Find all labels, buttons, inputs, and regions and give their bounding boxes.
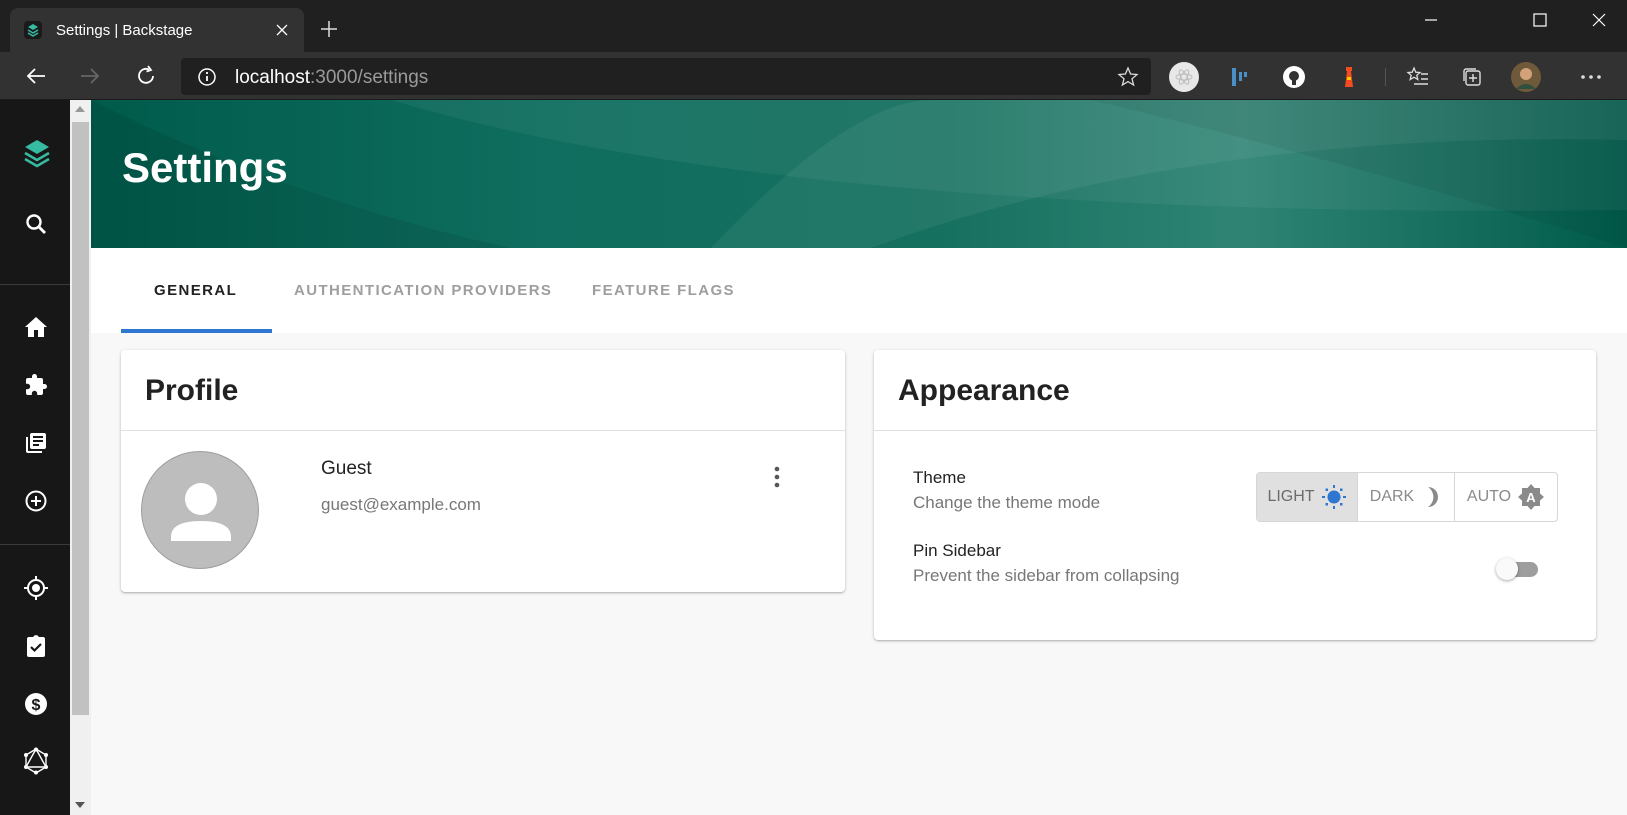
tab-authentication-providers[interactable]: AUTHENTICATION PROVIDERS [294,282,552,299]
url-path: :3000/settings [310,67,429,88]
search-icon[interactable] [22,210,50,238]
extension-bars-icon[interactable] [1224,62,1254,92]
profile-avatar-icon[interactable] [1511,62,1541,92]
url-host: localhost [235,67,310,88]
backstage-favicon-icon [24,21,42,39]
user-name: Guest [321,458,372,479]
theme-auto-label: AUTO [1466,488,1512,505]
theme-dark-label: DARK [1369,488,1415,505]
maximize-icon[interactable] [1512,0,1568,40]
favorite-star-icon[interactable] [1117,66,1139,88]
favorites-list-icon[interactable] [1403,62,1433,92]
home-icon[interactable] [22,313,50,341]
back-icon[interactable] [20,60,52,92]
puzzle-icon[interactable] [22,371,50,399]
scroll-down-icon[interactable] [75,802,85,808]
browser-titlebar: Settings | Backstage [0,0,1627,52]
site-info-icon[interactable] [197,67,217,87]
backstage-logo-icon[interactable] [22,136,52,172]
pin-sidebar-switch[interactable] [1496,556,1542,582]
extension-react-icon[interactable] [1169,62,1199,92]
page-header: Settings [91,100,1627,248]
page-scrollbar[interactable] [70,100,91,815]
theme-dark-button[interactable]: DARK [1358,473,1455,521]
pin-sidebar-label: Pin Sidebar [913,541,1001,560]
new-tab-icon[interactable] [318,18,340,40]
switch-thumb [1496,558,1518,580]
close-window-icon[interactable] [1571,0,1627,40]
theme-light-label: LIGHT [1267,488,1315,505]
svg-text:$: $ [32,697,41,714]
theme-toggle-group: LIGHT DARK AUTO A [1256,472,1558,522]
github-icon[interactable] [1279,62,1309,92]
tab-general[interactable]: GENERAL [154,282,237,299]
moon-icon [1428,487,1439,507]
person-icon [171,483,231,541]
pin-sidebar-description: Prevent the sidebar from collapsing [913,566,1180,585]
checklist-icon[interactable] [22,632,50,660]
lighthouse-icon[interactable] [1334,62,1364,92]
svg-text:A: A [1526,490,1536,505]
collections-icon[interactable] [1457,62,1487,92]
browser-toolbar: localhost:3000/settings [0,52,1627,100]
browser-tab-title: Settings | Backstage [56,21,193,39]
toolbar-separator [1385,68,1386,86]
sidebar-divider [0,284,70,285]
forward-icon[interactable] [74,60,106,92]
theme-description: Change the theme mode [913,493,1101,512]
library-icon[interactable] [22,429,50,457]
create-icon[interactable] [22,487,50,515]
minimize-icon[interactable] [1403,0,1459,40]
sidebar-divider [0,544,70,545]
address-bar[interactable]: localhost:3000/settings [181,58,1151,95]
profile-card-title: Profile [145,374,239,407]
dollar-icon[interactable]: $ [22,690,50,718]
brightness-auto-icon: A [1518,484,1545,510]
refresh-icon[interactable] [130,60,162,92]
tab-feature-flags[interactable]: FEATURE FLAGS [592,282,735,299]
appearance-card-title: Appearance [898,374,1070,407]
target-icon[interactable] [22,574,50,602]
active-tab-indicator [121,329,272,333]
more-options-icon[interactable] [1576,62,1606,92]
theme-label: Theme [913,468,966,487]
avatar [141,451,259,569]
close-tab-icon[interactable] [272,20,292,40]
page: $ Settings GENERAL AUTHENTICATION PROVID… [0,100,1627,815]
card-divider [121,430,845,431]
browser-tab[interactable]: Settings | Backstage [10,8,304,52]
header-wave-decoration [91,100,1627,248]
sun-icon [1321,485,1346,509]
scroll-thumb[interactable] [72,122,89,715]
user-email: guest@example.com [321,495,481,514]
settings-tabs: GENERAL AUTHENTICATION PROVIDERS FEATURE… [91,248,1627,333]
appearance-card: Appearance Theme Change the theme mode L… [874,350,1596,640]
theme-auto-button[interactable]: AUTO A [1455,473,1557,521]
page-title: Settings [122,144,288,191]
card-divider [874,430,1596,431]
more-vert-icon[interactable] [765,463,789,491]
theme-light-button[interactable]: LIGHT [1257,473,1358,521]
scroll-up-icon[interactable] [75,106,85,112]
profile-card: Profile Guest guest@example.com [121,350,845,592]
sidebar: $ [0,100,70,815]
url-text[interactable]: localhost:3000/settings [235,67,428,89]
graphql-icon[interactable] [22,747,50,775]
